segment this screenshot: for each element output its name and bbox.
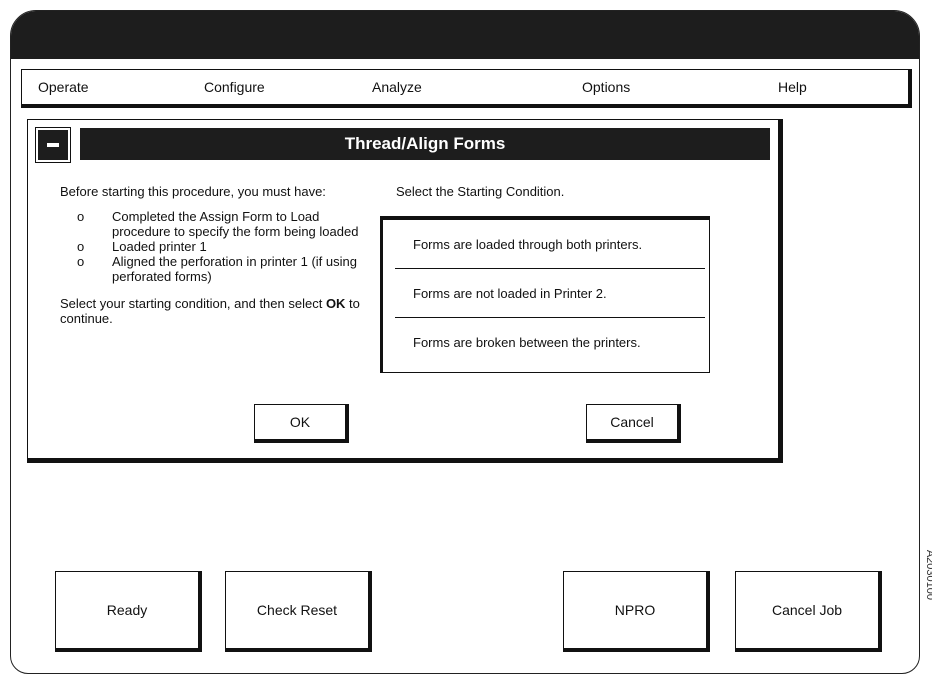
menu-operate[interactable]: Operate <box>38 79 89 95</box>
cancel-job-button[interactable]: Cancel Job <box>735 571 882 652</box>
dialog-title: Thread/Align Forms <box>80 128 770 160</box>
menu-help[interactable]: Help <box>778 79 807 95</box>
menu-bar: Operate Configure Analyze Options Help <box>21 69 912 108</box>
minus-icon <box>47 143 59 147</box>
display-frame: Operate Configure Analyze Options Help T… <box>10 10 920 674</box>
instructions-intro: Before starting this procedure, you must… <box>60 184 326 199</box>
figure-code: A2030100 <box>924 549 932 600</box>
cancel-button[interactable]: Cancel <box>586 404 681 443</box>
check-reset-button[interactable]: Check Reset <box>225 571 372 652</box>
bullet-icon: o <box>77 209 85 224</box>
list-item: o Completed the Assign Form to Load proc… <box>77 209 359 239</box>
condition-option-broken-between[interactable]: Forms are broken between the printers. <box>395 320 705 366</box>
menu-analyze[interactable]: Analyze <box>372 79 422 95</box>
list-item: o Loaded printer 1 <box>77 239 207 254</box>
title-bar <box>11 11 919 59</box>
condition-label: Select the Starting Condition. <box>396 184 565 199</box>
window-menu-button[interactable] <box>35 127 71 163</box>
condition-option-loaded-both[interactable]: Forms are loaded through both printers. <box>395 222 705 269</box>
condition-option-not-loaded-printer2[interactable]: Forms are not loaded in Printer 2. <box>395 271 705 318</box>
ready-button[interactable]: Ready <box>55 571 202 652</box>
starting-condition-list: Forms are loaded through both printers. … <box>380 216 710 373</box>
list-item: o Aligned the perforation in printer 1 (… <box>77 254 357 284</box>
instructions-closing: Select your starting condition, and then… <box>60 296 360 326</box>
menu-configure[interactable]: Configure <box>204 79 265 95</box>
bullet-icon: o <box>77 254 85 269</box>
menu-options[interactable]: Options <box>582 79 630 95</box>
prerequisite-list: o Completed the Assign Form to Load proc… <box>60 209 360 284</box>
thread-align-dialog: Thread/Align Forms Before starting this … <box>27 119 783 463</box>
bullet-icon: o <box>77 239 85 254</box>
ok-button[interactable]: OK <box>254 404 349 443</box>
instructions: Before starting this procedure, you must… <box>60 184 360 326</box>
npro-button[interactable]: NPRO <box>563 571 710 652</box>
